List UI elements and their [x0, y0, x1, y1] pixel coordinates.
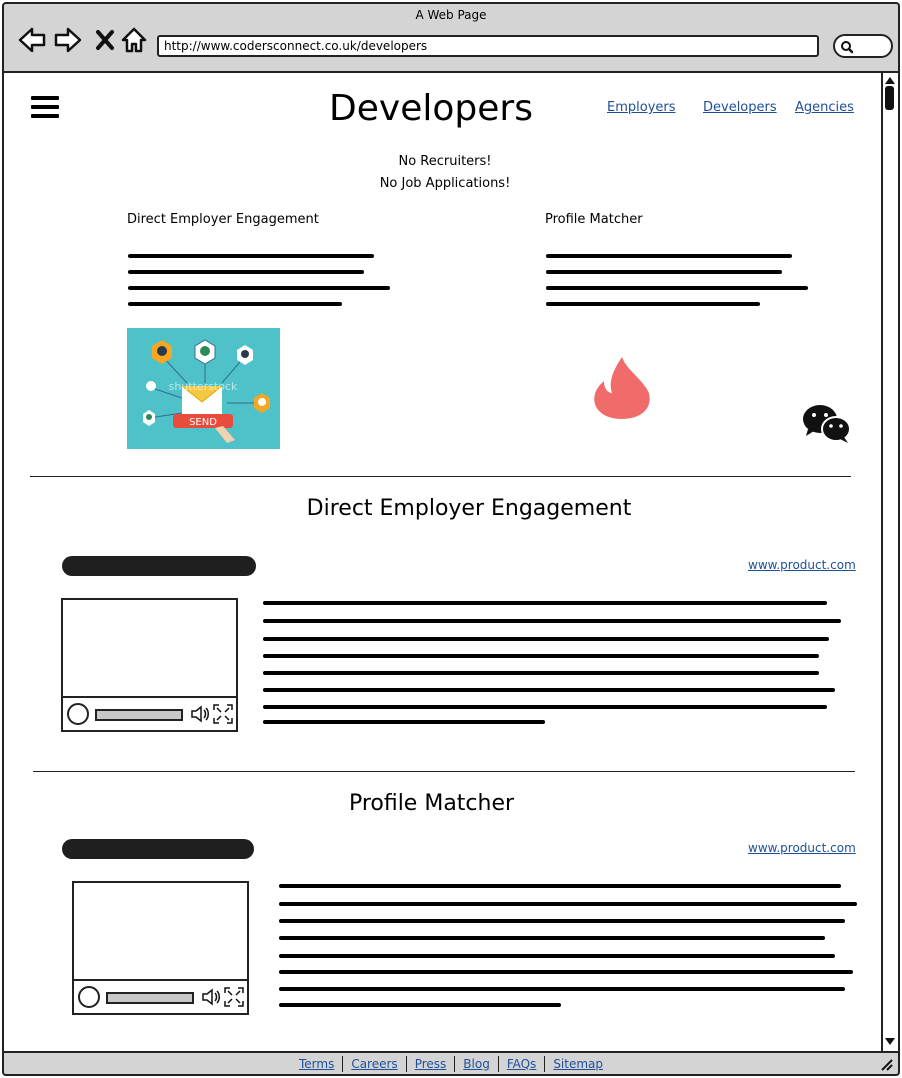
forward-arrow-icon[interactable] — [54, 26, 82, 54]
product-link-direct[interactable]: www.product.com — [748, 558, 856, 572]
fullscreen-icon[interactable] — [224, 987, 244, 1007]
product-link-matcher[interactable]: www.product.com — [748, 841, 856, 855]
video-player-matcher[interactable] — [72, 881, 249, 1015]
footer-link-careers[interactable]: Careers — [343, 1057, 405, 1071]
window-title: A Web Page — [415, 8, 487, 22]
section-subtitle-placeholder — [62, 556, 256, 576]
footer-link-press[interactable]: Press — [407, 1057, 455, 1071]
footer-links: Terms Careers Press Blog FAQs Sitemap — [4, 1056, 898, 1072]
scroll-up-icon[interactable] — [884, 75, 896, 85]
video-progress-bar[interactable] — [106, 992, 194, 1004]
browser-window: A Web Page http://www.codersconnect.co.u… — [0, 0, 902, 1078]
send-label: SEND — [189, 417, 217, 428]
home-icon[interactable] — [120, 26, 148, 54]
hamburger-menu-icon[interactable] — [31, 96, 59, 120]
close-icon[interactable] — [92, 26, 120, 54]
fullscreen-icon[interactable] — [213, 704, 233, 724]
footer-bar: Terms Careers Press Blog FAQs Sitemap — [2, 1051, 900, 1076]
wechat-icon[interactable] — [802, 404, 852, 444]
nav-link-agencies[interactable]: Agencies — [795, 100, 854, 115]
feature-heading-matcher: Profile Matcher — [545, 212, 643, 227]
illustration-watermark: shutterstock — [169, 380, 238, 393]
footer-link-terms[interactable]: Terms — [291, 1057, 342, 1071]
section-title-direct: Direct Employer Engagement — [306, 496, 632, 521]
browser-toolbar: A Web Page http://www.codersconnect.co.u… — [2, 2, 900, 73]
volume-icon[interactable] — [190, 704, 210, 724]
resize-grip-icon[interactable] — [880, 1059, 894, 1071]
section-subtitle-placeholder — [62, 839, 254, 859]
nav-link-employers[interactable]: Employers — [607, 100, 676, 115]
play-icon[interactable] — [78, 986, 100, 1008]
video-player-direct[interactable] — [61, 598, 238, 732]
tagline-no-job-applications: No Job Applications! — [379, 176, 511, 191]
section-divider — [30, 476, 851, 477]
search-box[interactable] — [833, 34, 893, 58]
search-icon — [841, 41, 854, 54]
section-title-matcher: Profile Matcher — [348, 791, 515, 816]
back-arrow-icon[interactable] — [18, 26, 46, 54]
volume-icon[interactable] — [201, 987, 221, 1007]
play-icon[interactable] — [67, 703, 89, 725]
vertical-scrollbar[interactable] — [881, 73, 898, 1051]
scroll-thumb[interactable] — [885, 86, 894, 110]
address-bar[interactable]: http://www.codersconnect.co.uk/developer… — [157, 35, 819, 57]
video-progress-bar[interactable] — [95, 709, 183, 721]
footer-link-sitemap[interactable]: Sitemap — [545, 1057, 611, 1071]
footer-link-blog[interactable]: Blog — [455, 1057, 498, 1071]
feature-heading-direct: Direct Employer Engagement — [127, 212, 319, 227]
video-controls — [74, 979, 247, 1013]
footer-link-faqs[interactable]: FAQs — [499, 1057, 545, 1071]
video-controls — [63, 696, 236, 730]
nav-link-developers[interactable]: Developers — [703, 100, 777, 115]
section-divider — [33, 771, 855, 772]
flame-icon — [594, 357, 650, 419]
page-title: Developers — [329, 88, 533, 129]
scroll-down-icon[interactable] — [884, 1037, 896, 1047]
tagline-no-recruiters: No Recruiters! — [398, 154, 492, 169]
engagement-illustration: SEND shutterstock — [127, 328, 280, 449]
